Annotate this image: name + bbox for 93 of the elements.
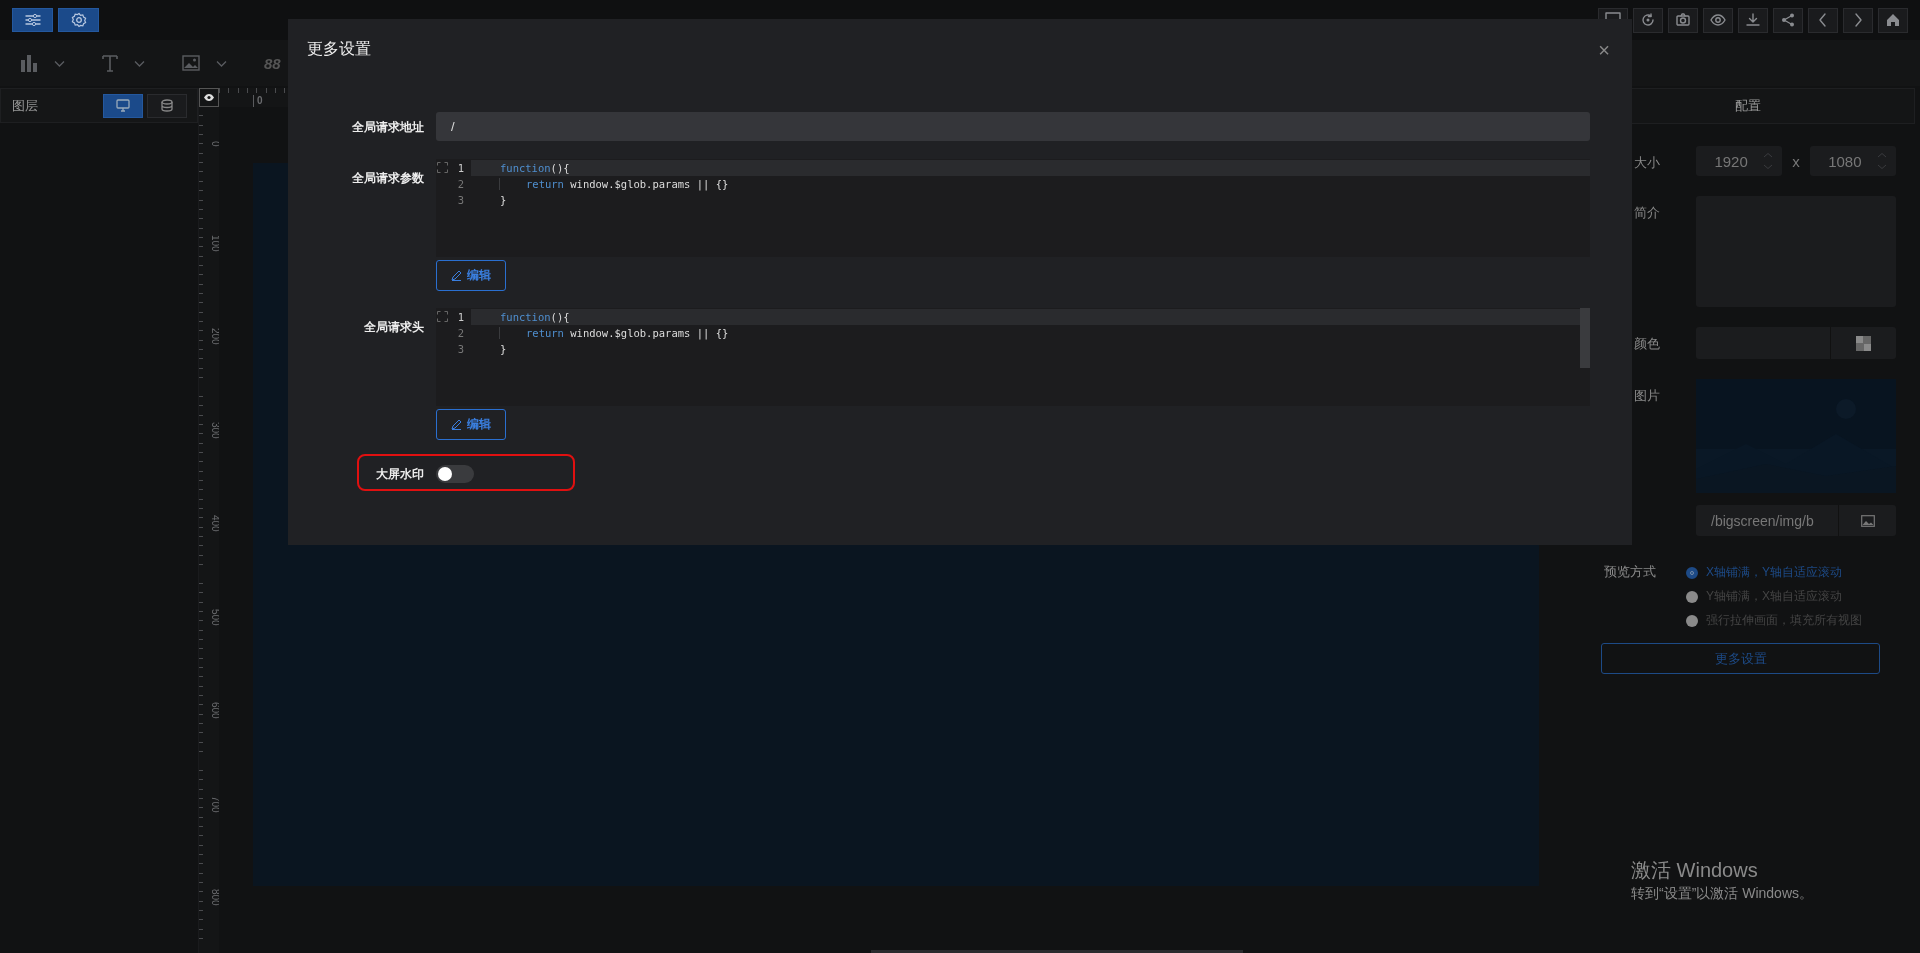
forward-button[interactable] [1843, 7, 1873, 33]
line-number: 3 [456, 194, 464, 206]
line-number: 2 [456, 327, 464, 339]
radio-button[interactable] [1686, 566, 1698, 579]
database-icon [160, 99, 174, 112]
code-line: function(){ [499, 311, 570, 323]
text-menu[interactable] [102, 54, 145, 72]
radio-button[interactable] [1686, 614, 1698, 627]
text-icon [102, 54, 118, 72]
ruler-label: 200 [210, 328, 219, 345]
radio-option[interactable]: X轴铺满，Y轴自适应滚动 [1686, 564, 1896, 581]
refresh-button[interactable] [1633, 7, 1663, 33]
ruler-label: 500 [210, 608, 219, 626]
code-line: } [499, 194, 507, 206]
caret-icon [134, 59, 145, 67]
ruler-label: 300 [210, 421, 219, 439]
caret-icon [54, 59, 65, 67]
image-path-field[interactable]: /bigscreen/img/b [1696, 505, 1838, 536]
home-icon [1885, 12, 1901, 28]
pen-icon [451, 419, 462, 430]
fullscreen-icon[interactable] [437, 162, 448, 173]
edit-button[interactable]: 编辑 [436, 409, 506, 440]
line-number: 1 [456, 162, 464, 174]
code-line: return window.$glob.params || {} [499, 327, 729, 339]
screen-view-tab[interactable] [103, 93, 143, 118]
code-editor[interactable]: 1 function(){ 2 return window.$glob.params || {} 3 } [436, 308, 1590, 406]
size-separator: x [1792, 152, 1800, 170]
scrollbar[interactable] [1580, 308, 1590, 368]
color-picker-button[interactable] [1830, 327, 1896, 359]
url-field[interactable]: / [436, 112, 1590, 141]
chart-menu[interactable] [20, 54, 65, 72]
download-button[interactable] [1738, 7, 1768, 33]
sliders-icon [24, 13, 41, 27]
back-button[interactable] [1808, 7, 1838, 33]
digit-tool[interactable]: 88 [264, 54, 281, 72]
image-menu[interactable] [182, 55, 227, 71]
more-settings-button[interactable]: 更多设置 [1601, 643, 1880, 674]
fullscreen-icon[interactable] [437, 311, 448, 322]
field-label: 全局请求参数 [352, 170, 424, 187]
panel-title: 图层 [12, 96, 39, 115]
number-field[interactable]: 1080 [1809, 146, 1896, 176]
screenshot-button[interactable] [1668, 7, 1698, 33]
ruler-label: 400 [210, 515, 219, 532]
field-label: 图片 [1634, 387, 1660, 405]
caret-icon [216, 59, 227, 67]
field-label: 简介 [1634, 204, 1660, 222]
ruler-label: 600 [210, 702, 219, 719]
image-icon [182, 55, 200, 71]
field-label: 大屏水印 [376, 466, 424, 483]
ruler-label: 700 [210, 795, 219, 813]
field-label: 全局请求头 [364, 319, 424, 336]
filter-settings-button[interactable] [12, 8, 53, 32]
code-line: return window.$glob.params || {} [499, 178, 729, 190]
eye-icon[interactable] [203, 93, 215, 102]
checker-icon [1856, 335, 1871, 351]
preview-button[interactable] [1703, 7, 1733, 33]
line-number: 2 [456, 178, 464, 190]
line-number: 1 [456, 311, 464, 323]
bar-chart-icon [20, 54, 38, 72]
home-button[interactable] [1878, 7, 1908, 33]
camera-icon [1675, 12, 1691, 28]
refresh-icon [1640, 12, 1656, 28]
image-picker-button[interactable] [1838, 505, 1896, 536]
dialog-title: 更多设置 [307, 39, 371, 59]
ruler-label: 100 [210, 234, 219, 252]
close-button[interactable]: × [1598, 39, 1610, 60]
monitor-icon [116, 99, 130, 112]
ruler-label: 0 [210, 141, 219, 147]
field-label: 预览方式 [1604, 563, 1656, 581]
code-line: } [499, 343, 507, 355]
code-line: function(){ [499, 162, 570, 174]
eye-icon [1710, 12, 1726, 28]
toggle-switch[interactable] [436, 465, 474, 483]
share-icon [1780, 12, 1796, 28]
line-number: 3 [456, 343, 464, 355]
code-editor[interactable]: 1 function(){ 2 return window.$glob.params || {} 3 } [436, 159, 1590, 257]
ruler-label: 0 [253, 95, 263, 107]
settings-icon [70, 12, 87, 28]
field-label: 大小 [1634, 154, 1660, 172]
activation-title: 激活 Windows [1631, 858, 1759, 883]
activation-message: 转到“设置”以激活 Windows。 [1631, 884, 1813, 903]
pen-icon [451, 270, 462, 281]
field-label: 颜色 [1634, 335, 1660, 353]
data-view-tab[interactable] [147, 93, 187, 118]
image-icon [1860, 514, 1875, 527]
number-field[interactable]: 1920 [1696, 146, 1783, 176]
settings-button[interactable] [58, 8, 99, 32]
ruler-label: 800 [210, 889, 219, 906]
download-icon [1745, 12, 1761, 28]
field-label: 全局请求地址 [352, 119, 424, 136]
share-button[interactable] [1773, 7, 1803, 33]
radio-button[interactable] [1686, 590, 1698, 603]
edit-button[interactable]: 编辑 [436, 260, 506, 291]
